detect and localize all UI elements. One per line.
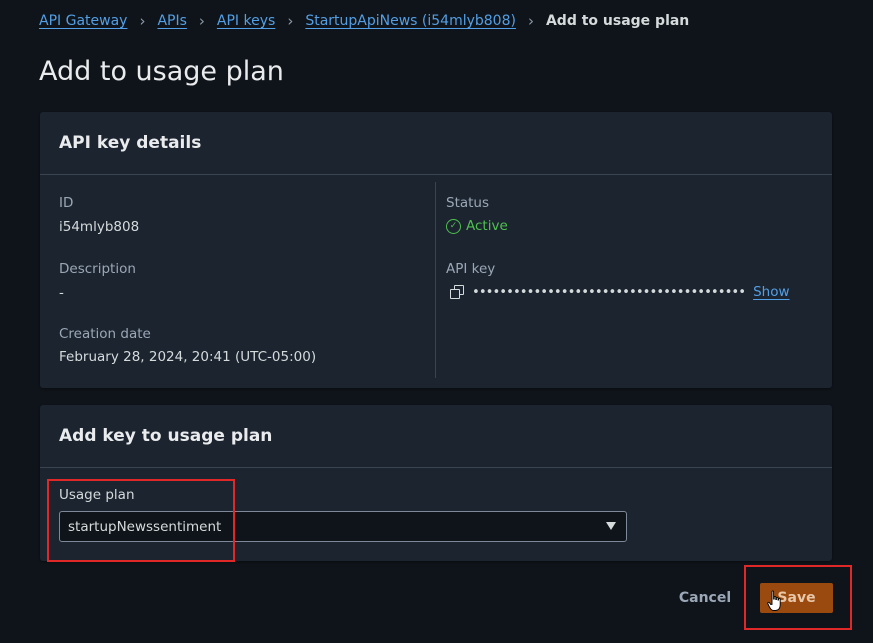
- description-value: -: [59, 285, 64, 301]
- chevron-right-icon: ›: [527, 12, 534, 30]
- api-key-details-panel: API key details ID i54mlyb808 Descriptio…: [40, 112, 832, 388]
- creation-date-value: February 28, 2024, 20:41 (UTC-05:00): [59, 349, 317, 365]
- caret-down-icon: [606, 522, 616, 530]
- breadcrumb-api-keys[interactable]: API keys: [217, 13, 275, 29]
- id-value: i54mlyb808: [59, 219, 140, 235]
- chevron-right-icon: ›: [139, 12, 146, 30]
- breadcrumb-apis[interactable]: APIs: [157, 13, 186, 29]
- creation-date-label: Creation date: [59, 326, 151, 342]
- cancel-button[interactable]: Cancel: [672, 584, 738, 612]
- column-divider: [435, 182, 436, 378]
- add-key-to-usage-plan-panel: Add key to usage plan Usage plan startup…: [40, 405, 832, 561]
- api-key-row: ••••••••••••••••••••••••••••••••••••••••…: [450, 284, 790, 300]
- check-circle-icon: ✓: [446, 218, 461, 234]
- chevron-right-icon: ›: [287, 12, 294, 30]
- panel-header: Add key to usage plan: [40, 405, 832, 468]
- breadcrumb: API Gateway › APIs › API keys › StartupA…: [39, 12, 689, 30]
- usage-plan-select[interactable]: startupNewssentiment: [59, 511, 627, 542]
- api-key-masked: ••••••••••••••••••••••••••••••••••••••••: [472, 284, 746, 300]
- breadcrumb-current: Add to usage plan: [545, 13, 690, 29]
- show-api-key-link[interactable]: Show: [753, 284, 789, 300]
- breadcrumb-api-gateway[interactable]: API Gateway: [39, 13, 127, 29]
- copy-icon[interactable]: [450, 285, 464, 299]
- status-label: Status: [446, 195, 490, 211]
- hand-cursor-icon: [767, 590, 781, 611]
- id-label: ID: [59, 195, 74, 211]
- page-title: Add to usage plan: [39, 56, 284, 87]
- api-key-label: API key: [446, 261, 496, 277]
- status-value: Active: [466, 218, 508, 234]
- panel-header: API key details: [40, 112, 832, 175]
- description-label: Description: [59, 261, 136, 277]
- status-badge: ✓ Active: [446, 218, 508, 234]
- chevron-right-icon: ›: [198, 12, 205, 30]
- usage-plan-selected-value: startupNewssentiment: [68, 518, 222, 535]
- usage-plan-label: Usage plan: [59, 487, 135, 503]
- breadcrumb-api-key[interactable]: StartupApiNews (i54mlyb808): [305, 13, 516, 29]
